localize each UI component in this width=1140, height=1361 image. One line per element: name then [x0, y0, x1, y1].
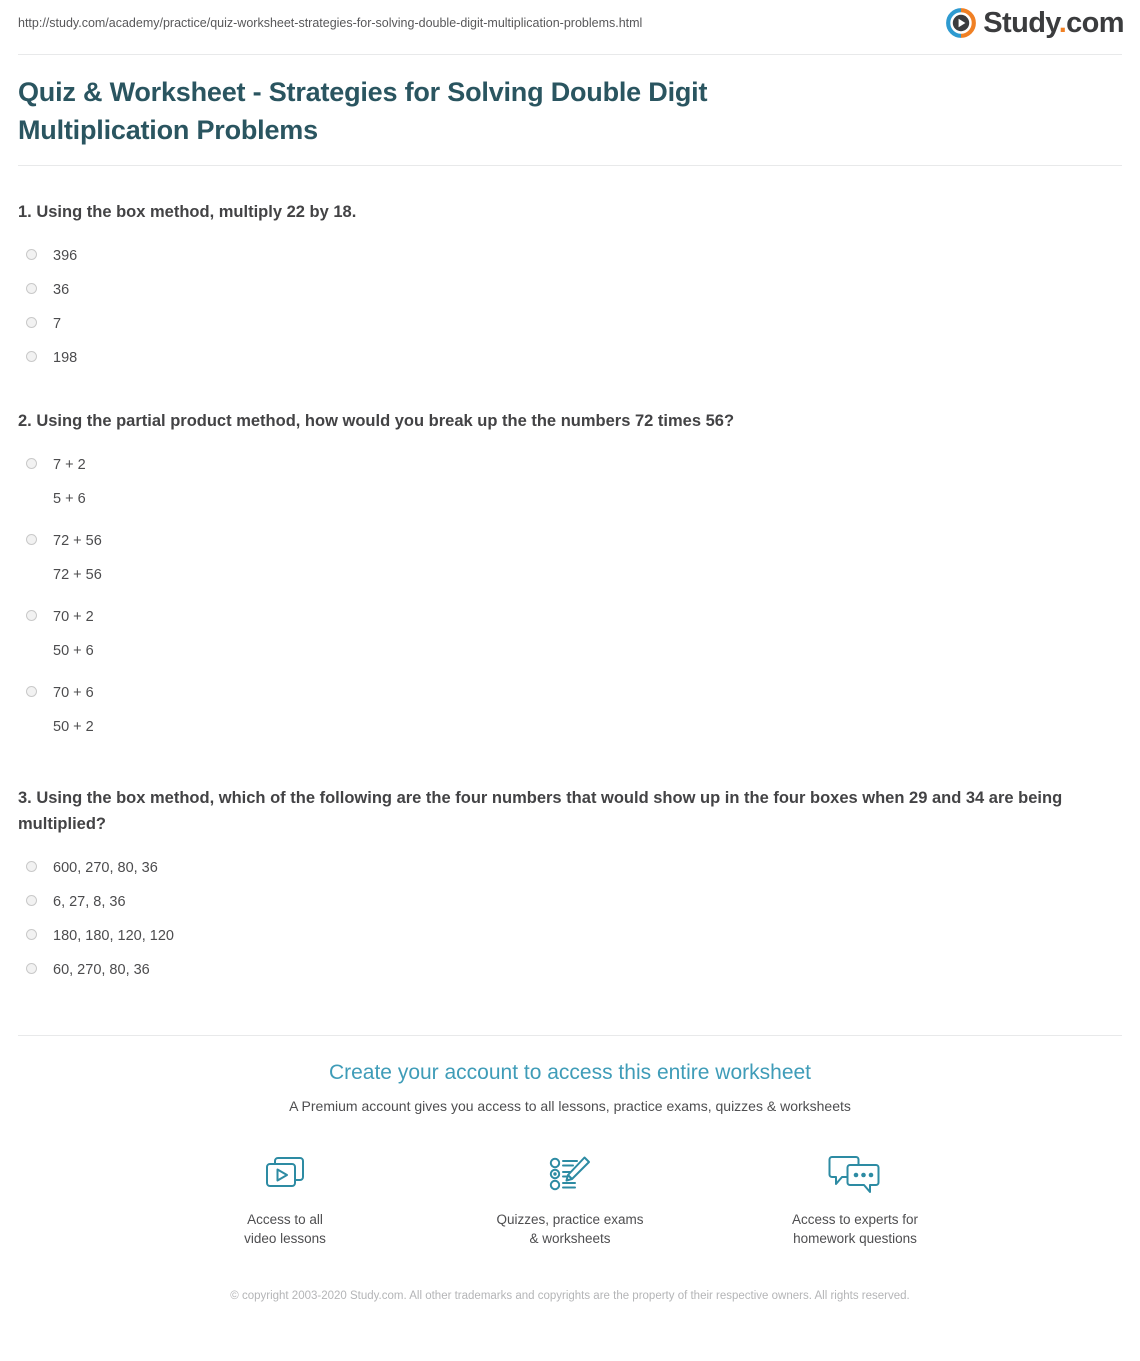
- option-row[interactable]: 396: [18, 239, 1122, 273]
- option-row[interactable]: 7: [18, 307, 1122, 341]
- video-lessons-icon: [210, 1148, 360, 1200]
- radio-button[interactable]: [26, 534, 37, 545]
- questions-list: 1. Using the box method, multiply 22 by …: [0, 199, 1140, 987]
- question-2-options: 7 + 2 5 + 6 72 + 56 72 + 56 70 + 2 50 + …: [18, 448, 1122, 752]
- feature-label-line2: homework questions: [793, 1231, 917, 1246]
- study-com-logo[interactable]: Study.com: [946, 8, 1125, 38]
- feature-label-line2: video lessons: [244, 1231, 326, 1246]
- page-title: Quiz & Worksheet - Strategies for Solvin…: [18, 77, 708, 145]
- radio-button[interactable]: [26, 610, 37, 621]
- title-divider: [18, 165, 1122, 166]
- logo-tld: com: [1066, 7, 1124, 39]
- option-row[interactable]: 180, 180, 120, 120: [18, 919, 1122, 953]
- option-label: 600, 270, 80, 36: [53, 860, 158, 876]
- radio-button[interactable]: [26, 458, 37, 469]
- cta-heading[interactable]: Create your account to access this entir…: [0, 1058, 1140, 1088]
- header-divider: [18, 54, 1122, 55]
- question-1-options: 396 36 7 198: [18, 239, 1122, 375]
- option-label: 60, 270, 80, 36: [53, 962, 150, 978]
- option-label-line1: 72 + 56: [53, 533, 102, 549]
- feature-label: Access to experts for homework questions: [780, 1210, 930, 1248]
- radio-button[interactable]: [26, 963, 37, 974]
- option-row[interactable]: 70 + 6 50 + 2: [18, 676, 1122, 752]
- option-label: 198: [53, 350, 78, 366]
- quiz-pencil-icon: [495, 1148, 645, 1200]
- question-3: 3. Using the box method, which of the fo…: [18, 785, 1122, 987]
- radio-button[interactable]: [26, 283, 37, 294]
- option-row[interactable]: 600, 270, 80, 36: [18, 851, 1122, 885]
- page-header: http://study.com/academy/practice/quiz-w…: [0, 0, 1140, 54]
- feature-label: Quizzes, practice exams & worksheets: [495, 1210, 645, 1248]
- option-row[interactable]: 7 + 2 5 + 6: [18, 448, 1122, 524]
- option-label: 70 + 6 50 + 2: [53, 682, 94, 738]
- feature-label-line2: & worksheets: [529, 1231, 611, 1246]
- option-label: 6, 27, 8, 36: [53, 894, 126, 910]
- question-3-options: 600, 270, 80, 36 6, 27, 8, 36 180, 180, …: [18, 851, 1122, 987]
- feature-label-line1: Quizzes, practice exams: [496, 1212, 644, 1227]
- radio-button[interactable]: [26, 249, 37, 260]
- radio-button[interactable]: [26, 351, 37, 362]
- option-label-line1: 7 + 2: [53, 457, 86, 473]
- radio-button[interactable]: [26, 929, 37, 940]
- feature-label-line1: Access to experts for: [791, 1212, 919, 1227]
- option-label: 72 + 56 72 + 56: [53, 530, 102, 586]
- option-row[interactable]: 6, 27, 8, 36: [18, 885, 1122, 919]
- copyright-notice: © copyright 2003-2020 Study.com. All oth…: [230, 1290, 910, 1302]
- option-label-line2: 50 + 2: [53, 719, 94, 735]
- option-label: 7: [53, 316, 62, 332]
- question-1-text: 1. Using the box method, multiply 22 by …: [18, 203, 357, 221]
- option-label: 70 + 2 50 + 6: [53, 606, 94, 662]
- worksheet-page: http://study.com/academy/practice/quiz-w…: [0, 0, 1140, 1361]
- radio-button[interactable]: [26, 895, 37, 906]
- question-2: 2. Using the partial product method, how…: [18, 408, 1122, 752]
- option-label: 7 + 2 5 + 6: [53, 454, 86, 510]
- option-label-line2: 5 + 6: [53, 491, 86, 507]
- option-label: 396: [53, 248, 78, 264]
- option-row[interactable]: 72 + 56 72 + 56: [18, 524, 1122, 600]
- logo-brand: Study: [983, 7, 1059, 39]
- option-row[interactable]: 70 + 2 50 + 6: [18, 600, 1122, 676]
- feature-list: Access to all video lessons Quizzes, pra…: [0, 1148, 1140, 1248]
- option-label-line2: 50 + 6: [53, 643, 94, 659]
- cta-subheading: A Premium account gives you access to al…: [289, 1098, 851, 1114]
- option-label: 180, 180, 120, 120: [53, 928, 174, 944]
- option-row[interactable]: 198: [18, 341, 1122, 375]
- question-2-text: 2. Using the partial product method, how…: [18, 412, 735, 430]
- source-url: http://study.com/academy/practice/quiz-w…: [18, 16, 643, 30]
- logo-wordmark: Study.com: [983, 8, 1124, 38]
- option-label-line2: 72 + 56: [53, 567, 102, 583]
- feature-label-line1: Access to all: [247, 1212, 323, 1227]
- question-3-text: 3. Using the box method, which of the fo…: [18, 789, 1063, 833]
- play-circle-icon: [946, 8, 977, 38]
- radio-button[interactable]: [26, 861, 37, 872]
- feature-video-lessons: Access to all video lessons: [210, 1148, 360, 1248]
- option-label-line1: 70 + 6: [53, 685, 94, 701]
- option-label: 36: [53, 282, 70, 298]
- chat-bubbles-icon: [780, 1148, 930, 1200]
- feature-experts: Access to experts for homework questions: [780, 1148, 930, 1248]
- radio-button[interactable]: [26, 317, 37, 328]
- feature-label: Access to all video lessons: [210, 1210, 360, 1248]
- radio-button[interactable]: [26, 686, 37, 697]
- feature-quizzes: Quizzes, practice exams & worksheets: [495, 1148, 645, 1248]
- option-label-line1: 70 + 2: [53, 609, 94, 625]
- option-row[interactable]: 60, 270, 80, 36: [18, 953, 1122, 987]
- question-1: 1. Using the box method, multiply 22 by …: [18, 199, 1122, 375]
- option-row[interactable]: 36: [18, 273, 1122, 307]
- create-account-cta: Create your account to access this entir…: [0, 1036, 1140, 1248]
